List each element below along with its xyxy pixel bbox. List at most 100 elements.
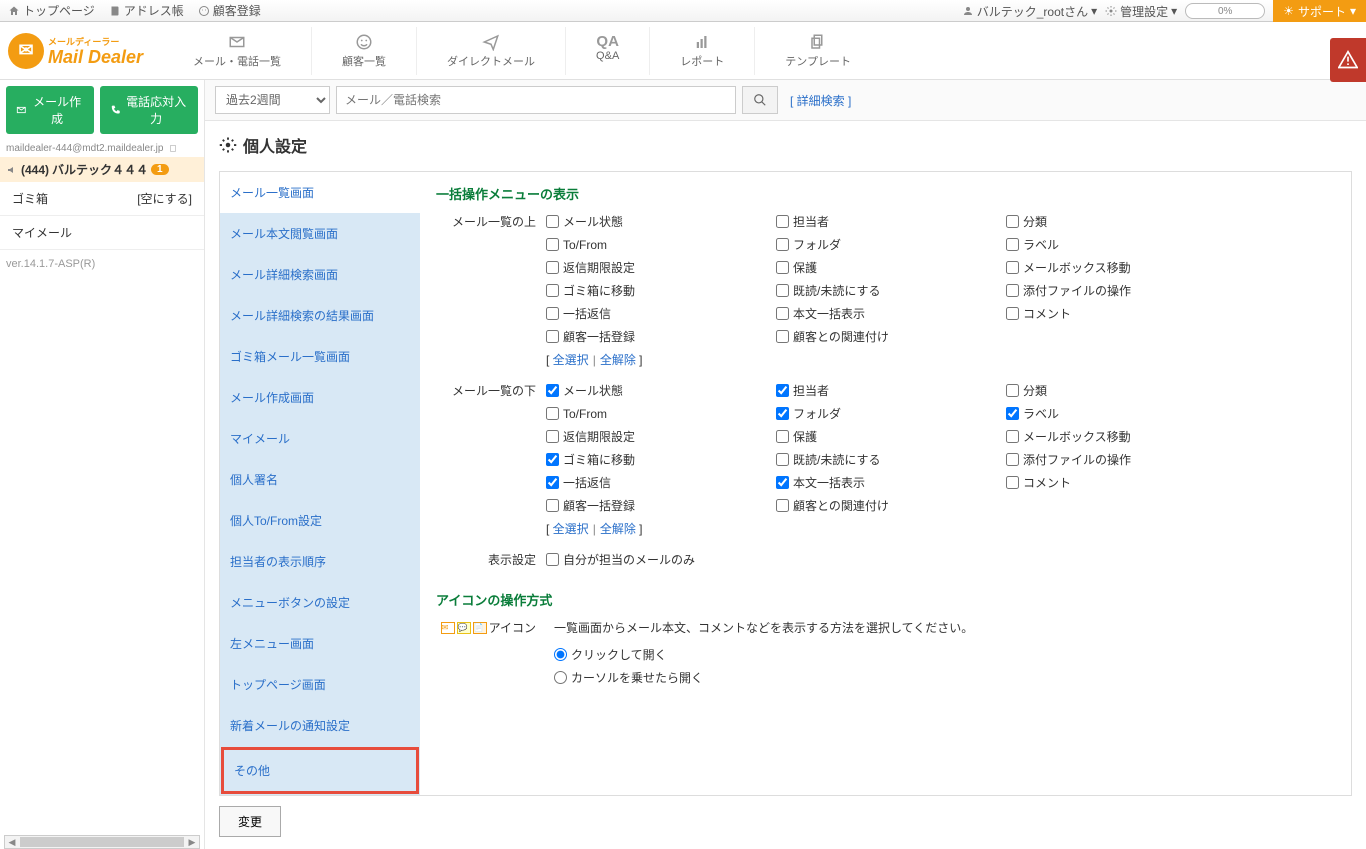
clear-all-link[interactable]: 全解除 [600, 522, 636, 536]
face-icon [198, 5, 210, 17]
cb-返信期限設定[interactable] [546, 430, 559, 443]
clear-all-link[interactable]: 全解除 [600, 353, 636, 367]
cb-label: 分類 [1023, 213, 1047, 230]
advanced-search-link[interactable]: [ 詳細検索 ] [790, 92, 851, 109]
settings-menu-item[interactable]: メール詳細検索画面 [220, 254, 420, 295]
nav-top-page[interactable]: トップページ [8, 2, 95, 19]
cb-顧客一括登録[interactable] [546, 330, 559, 343]
cb-一括返信[interactable] [546, 476, 559, 489]
settings-menu-item[interactable]: メニューボタンの設定 [220, 582, 420, 623]
cb-label: 既読/未読にする [793, 282, 880, 299]
compose-button[interactable]: メール作成 [6, 86, 94, 134]
logo[interactable]: ✉ メールディーラー Mail Dealer [8, 33, 143, 69]
sidebar-trash[interactable]: ゴミ箱 [0, 182, 88, 216]
submit-change-button[interactable]: 変更 [219, 806, 281, 837]
mailbox-email: maildealer-444@mdt2.maildealer.jp [0, 140, 204, 157]
phone-icon [110, 104, 121, 116]
settings-menu-item[interactable]: 左メニュー画面 [220, 623, 420, 664]
settings-menu-item[interactable]: メール詳細検索の結果画面 [220, 295, 420, 336]
cb-ラベル[interactable] [1006, 238, 1019, 251]
nav-address-book[interactable]: アドレス帳 [109, 2, 184, 19]
select-all-link[interactable]: 全選択 [553, 353, 589, 367]
gear-icon [1105, 5, 1117, 17]
cb-label: フォルダ [793, 405, 841, 422]
radio-click-open[interactable] [554, 648, 567, 661]
tab-mail-list[interactable]: メール・電話一覧 [163, 27, 311, 75]
tab-customers[interactable]: 顧客一覧 [311, 27, 416, 75]
settings-menu-item[interactable]: トップページ画面 [220, 664, 420, 705]
cb-添付ファイルの操作[interactable] [1006, 284, 1019, 297]
unread-badge: 1 [151, 164, 169, 175]
cb-返信期限設定[interactable] [546, 261, 559, 274]
cb-顧客一括登録[interactable] [546, 499, 559, 512]
home-icon [8, 5, 20, 17]
settings-menu-item[interactable]: 個人署名 [220, 459, 420, 500]
settings-menu-item[interactable]: マイメール [220, 418, 420, 459]
tab-direct-mail[interactable]: ダイレクトメール [416, 27, 565, 75]
tab-qa[interactable]: QAQ&A [565, 27, 649, 75]
cb-メール状態[interactable] [546, 384, 559, 397]
mailbox-account[interactable]: (444) バルテック４４４ 1 [0, 157, 204, 182]
search-input[interactable] [336, 86, 736, 114]
support-button[interactable]: ☀ サポート ▾ [1273, 0, 1366, 22]
cb-ゴミ箱に移動[interactable] [546, 453, 559, 466]
user-menu[interactable]: バルテック_rootさん ▾ [962, 3, 1097, 20]
scroll-thumb[interactable] [20, 837, 184, 847]
cb-ゴミ箱に移動[interactable] [546, 284, 559, 297]
cb-担当者[interactable] [776, 384, 789, 397]
period-select[interactable]: 過去2週間 [215, 86, 330, 114]
phone-entry-button[interactable]: 電話応対入力 [100, 86, 198, 134]
scroll-right-icon[interactable]: ▶ [185, 836, 199, 848]
search-button[interactable] [742, 86, 778, 114]
cb-分類[interactable] [1006, 215, 1019, 228]
cb-メールボックス移動[interactable] [1006, 261, 1019, 274]
cb-分類[interactable] [1006, 384, 1019, 397]
cb-担当者[interactable] [776, 215, 789, 228]
cb-本文一括表示[interactable] [776, 476, 789, 489]
cb-メール状態[interactable] [546, 215, 559, 228]
warning-icon [1338, 50, 1358, 70]
nav-customer-reg[interactable]: 顧客登録 [198, 2, 261, 19]
cb-label: To/From [563, 407, 607, 421]
tab-report[interactable]: レポート [649, 27, 754, 75]
sidebar-mymail[interactable]: マイメール [0, 216, 204, 250]
settings-menu-item[interactable]: 新着メールの通知設定 [220, 705, 420, 746]
settings-menu-item[interactable]: その他 [221, 747, 419, 794]
cb-既読/未読にする[interactable] [776, 284, 789, 297]
cb-To/From[interactable] [546, 238, 559, 251]
sidebar-trash-empty[interactable]: [空にする] [88, 182, 204, 216]
cb-一括返信[interactable] [546, 307, 559, 320]
cb-保護[interactable] [776, 261, 789, 274]
cb-添付ファイルの操作[interactable] [1006, 453, 1019, 466]
settings-menu-item[interactable]: 個人To/From設定 [220, 500, 420, 541]
radio-hover-open[interactable] [554, 671, 567, 684]
cb-フォルダ[interactable] [776, 238, 789, 251]
cb-本文一括表示[interactable] [776, 307, 789, 320]
select-all-link[interactable]: 全選択 [553, 522, 589, 536]
section-bulk-title: 一括操作メニューの表示 [436, 184, 1335, 203]
cb-顧客との関連付け[interactable] [776, 330, 789, 343]
cb-顧客との関連付け[interactable] [776, 499, 789, 512]
settings-menu-item[interactable]: 担当者の表示順序 [220, 541, 420, 582]
speaker-icon [6, 164, 18, 176]
search-icon [753, 93, 767, 107]
scroll-left-icon[interactable]: ◀ [5, 836, 19, 848]
admin-menu[interactable]: 管理設定 ▾ [1105, 3, 1177, 20]
cb-コメント[interactable] [1006, 307, 1019, 320]
tab-template[interactable]: テンプレート [754, 27, 881, 75]
cb-メールボックス移動[interactable] [1006, 430, 1019, 443]
settings-menu-item[interactable]: メール一覧画面 [220, 172, 420, 213]
cb-保護[interactable] [776, 430, 789, 443]
settings-menu-item[interactable]: メール作成画面 [220, 377, 420, 418]
cb-コメント[interactable] [1006, 476, 1019, 489]
cb-only-mine[interactable] [546, 553, 559, 566]
cb-フォルダ[interactable] [776, 407, 789, 420]
settings-menu-item[interactable]: メール本文閲覧画面 [220, 213, 420, 254]
cb-To/From[interactable] [546, 407, 559, 420]
sidebar-scrollbar[interactable]: ◀ ▶ [4, 835, 200, 849]
cb-label: 顧客一括登録 [563, 497, 635, 514]
alert-badge[interactable] [1330, 38, 1366, 82]
settings-menu-item[interactable]: ゴミ箱メール一覧画面 [220, 336, 420, 377]
cb-既読/未読にする[interactable] [776, 453, 789, 466]
cb-ラベル[interactable] [1006, 407, 1019, 420]
